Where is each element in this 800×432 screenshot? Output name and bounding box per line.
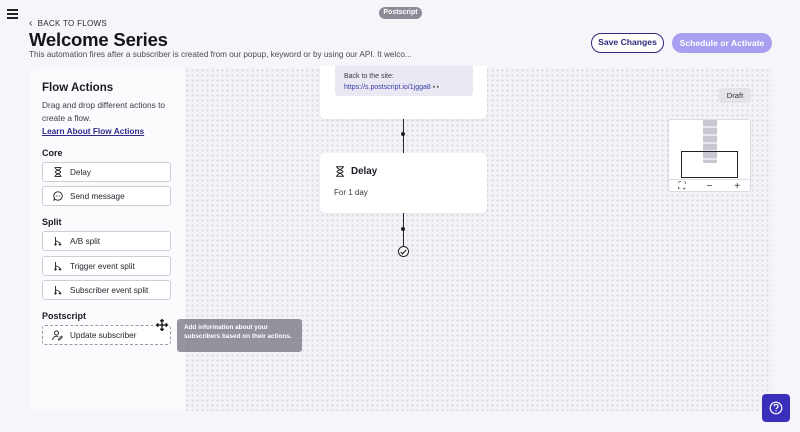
menu-icon[interactable] [7, 9, 18, 19]
action-delay[interactable]: Delay [42, 162, 171, 182]
schedule-or-activate-button[interactable]: Schedule or Activate [672, 33, 772, 53]
minimap-controls: ⛶ − + [668, 179, 751, 192]
action-label: Update subscriber [70, 330, 137, 340]
panel-title: Flow Actions [42, 82, 114, 94]
save-changes-button[interactable]: Save Changes [591, 33, 664, 53]
action-send-message[interactable]: Send message [42, 186, 171, 206]
hourglass-icon [336, 166, 344, 177]
chat-bubble-icon [52, 191, 63, 202]
message-line-1: Back to the site: [344, 73, 394, 80]
flow-end-icon [398, 246, 409, 257]
minimap-viewport[interactable] [681, 151, 738, 178]
section-split: Split [42, 217, 62, 227]
back-label: BACK TO FLOWS [37, 19, 108, 28]
zoom-in-icon[interactable]: + [723, 180, 751, 192]
learn-about-flow-actions-link[interactable]: Learn About Flow Actions [42, 126, 144, 136]
status-badge: Draft [719, 88, 751, 103]
action-label: Subscriber event split [70, 285, 149, 295]
message-bubble [335, 66, 473, 96]
connector-dot[interactable] [401, 227, 405, 231]
question-icon [769, 401, 783, 415]
chevron-left-icon: ‹ [29, 17, 33, 29]
delay-node[interactable] [320, 153, 487, 213]
delay-node-title: Delay [351, 166, 378, 177]
action-label: Trigger event split [70, 261, 135, 271]
brand-badge: Postscript [379, 7, 422, 19]
back-to-flows-link[interactable]: ‹ BACK TO FLOWS [29, 17, 108, 29]
action-label: Send message [70, 191, 125, 201]
action-subscriber-event-split[interactable]: Subscriber event split [42, 280, 171, 300]
branch-icon [52, 285, 63, 296]
action-label: Delay [70, 167, 91, 177]
delay-node-detail: For 1 day [334, 188, 368, 197]
connector-dot[interactable] [401, 132, 405, 136]
connector-line [403, 119, 404, 153]
section-core: Core [42, 148, 63, 158]
branch-icon [52, 236, 63, 247]
branch-icon [52, 261, 63, 272]
page-title: Welcome Series [29, 29, 168, 50]
zoom-out-icon[interactable]: − [696, 180, 724, 192]
action-trigger-event-split[interactable]: Trigger event split [42, 256, 171, 276]
move-cursor-icon [156, 319, 168, 331]
hourglass-icon [52, 167, 63, 178]
action-ab-split[interactable]: A/B split [42, 231, 171, 251]
action-update-subscriber[interactable]: Update subscriber [42, 325, 171, 345]
message-line-2: https://s.postscript.io/1jgga8 👀 [344, 84, 442, 91]
panel-description: Drag and drop different actions to creat… [42, 100, 165, 123]
user-edit-icon [52, 330, 63, 341]
action-label: A/B split [70, 236, 101, 246]
section-postscript: Postscript [42, 311, 87, 321]
tooltip: Add information about your subscribers b… [177, 319, 302, 352]
fit-view-icon[interactable]: ⛶ [668, 180, 696, 192]
page-subtitle: This automation fires after a subscriber… [29, 50, 412, 59]
help-button[interactable] [762, 394, 790, 422]
